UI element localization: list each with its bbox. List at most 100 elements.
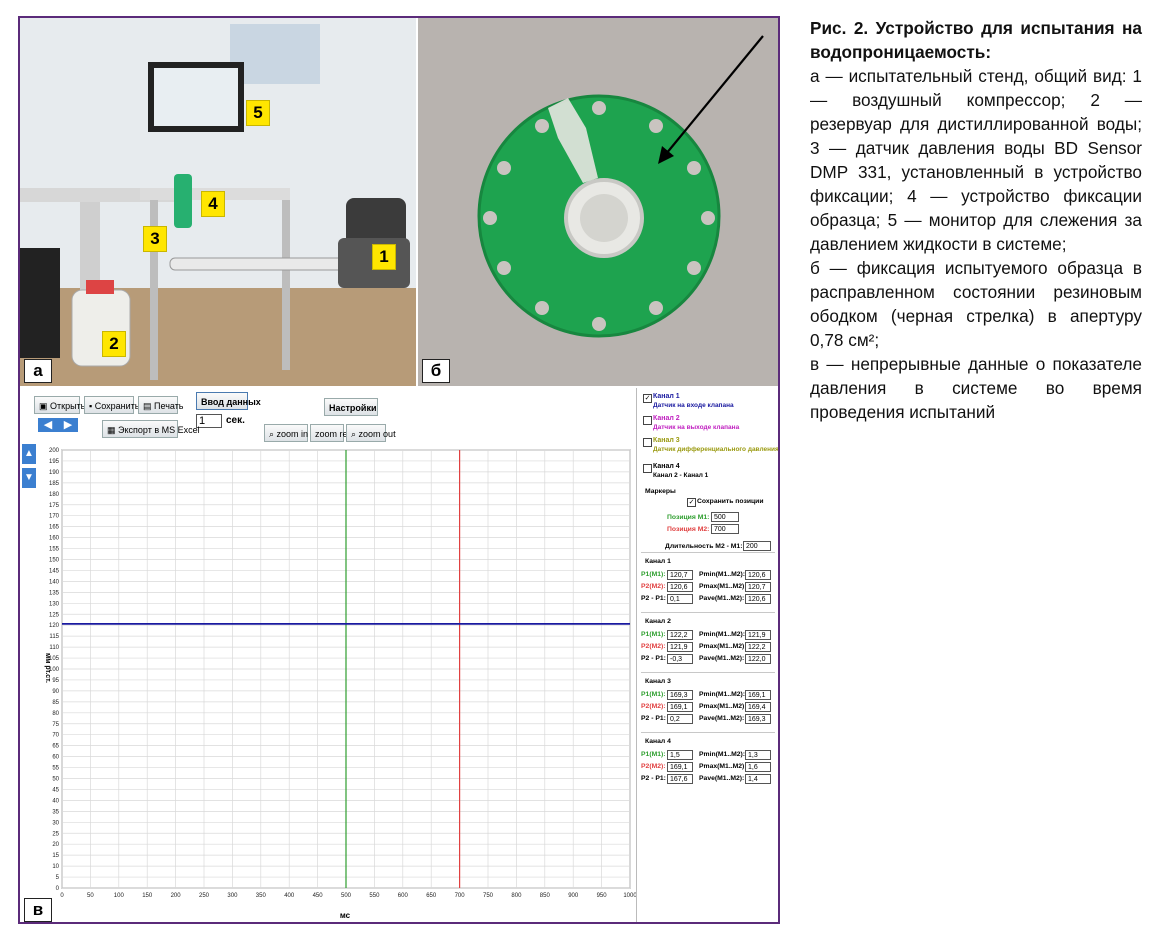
number-badge-4: 4	[201, 191, 225, 217]
stat-value-p1: 169,3	[667, 690, 693, 700]
y-tick-label: 25	[52, 831, 59, 837]
x-tick-label: 950	[597, 893, 608, 899]
photo-test-stand: 1 2 3 4 5 а	[20, 18, 416, 386]
stat-label-pave: Pave(M1..M2):	[699, 655, 745, 662]
y-tick-label: 115	[49, 634, 59, 640]
stat-value-pmax: 169,4	[745, 702, 771, 712]
pressure-chart: 0 5 10 15 20 25 30 35 40 45 50 55 60 65 70 75 80 85 90 95 10…	[44, 448, 636, 920]
channel-4-sub: Канал 2 - Канал 1	[653, 472, 709, 479]
y-tick-label: 50	[52, 777, 59, 783]
x-tick-label: 400	[284, 893, 295, 899]
stat-label-pmin: Pmin(M1..M2):	[699, 571, 746, 578]
stat-value-pave: 122,0	[745, 654, 771, 664]
stat-label-p2: P2(M2):	[641, 703, 666, 710]
marker-m2-input[interactable]: 700	[711, 524, 739, 534]
panel-label-c: в	[24, 898, 52, 922]
software-screenshot: ▣ Открыть ▪ Сохранить ▤ Печать Ввод данн…	[20, 388, 778, 922]
channel-3-checkbox[interactable]	[643, 438, 652, 447]
channel-2-checkbox[interactable]	[643, 416, 652, 425]
stat-value-diff: 167,6	[667, 774, 693, 784]
caption-item-c: в — непрерывные данные о показателе давл…	[810, 354, 1142, 422]
marker-m1-input[interactable]: 500	[711, 512, 739, 522]
stat-label-pmax: Pmax(M1..M2):	[699, 703, 747, 710]
stat-value-p2: 169,1	[667, 702, 693, 712]
stat-value-pave: 1,4	[745, 774, 771, 784]
x-tick-label: 200	[171, 893, 182, 899]
y-tick-label: 65	[52, 744, 59, 750]
y-tick-label: 45	[52, 787, 59, 793]
marker-duration-input[interactable]: 200	[743, 541, 771, 551]
stats-title: Канал 1	[645, 558, 671, 565]
x-tick-label: 650	[426, 893, 437, 899]
stat-value-diff: 0,2	[667, 714, 693, 724]
stat-value-p1: 122,2	[667, 630, 693, 640]
stat-label-p1: P1(M1):	[641, 691, 666, 698]
stat-value-pmin: 169,1	[745, 690, 771, 700]
x-tick-label: 150	[142, 893, 153, 899]
y-tick-label: 20	[52, 842, 59, 848]
y-tick-label: 15	[52, 853, 59, 859]
stat-label-pmax: Pmax(M1..M2):	[699, 763, 747, 770]
y-tick-label: 35	[52, 809, 59, 815]
stat-value-p2: 169,1	[667, 762, 693, 772]
x-tick-label: 450	[313, 893, 324, 899]
y-tick-label: 185	[49, 481, 60, 487]
stat-value-p1: 120,7	[667, 570, 693, 580]
figure-caption: Рис. 2. Устройство для испытания на водо…	[810, 16, 1142, 424]
y-tick-label: 175	[49, 503, 60, 509]
stat-label-pmax: Pmax(M1..M2):	[699, 583, 747, 590]
stat-label-p2: P2(M2):	[641, 763, 666, 770]
x-tick-label: 900	[568, 893, 579, 899]
panel-label-a: а	[24, 359, 52, 383]
save-positions-checkbox[interactable]: ✓	[687, 498, 696, 507]
stat-label-diff: P2 - P1:	[641, 775, 666, 782]
channel-2-sub: Датчик на выходе клапана	[653, 424, 740, 431]
stat-label-pave: Pave(M1..M2):	[699, 595, 745, 602]
stat-label-p2: P2(M2):	[641, 583, 666, 590]
stat-label-p1: P1(M1):	[641, 571, 666, 578]
y-tick-label: 155	[49, 547, 60, 553]
x-tick-label: 100	[114, 893, 125, 899]
stats-separator	[641, 552, 775, 553]
marker-duration-label: Длительность М2 - М1:	[665, 543, 743, 550]
y-tick-label: 170	[49, 514, 60, 520]
stat-value-p2: 121,9	[667, 642, 693, 652]
x-tick-label: 700	[455, 893, 466, 899]
y-tick-label: 95	[52, 678, 59, 684]
stat-value-pmax: 1,6	[745, 762, 771, 772]
channel-side-panel: ✓ Канал 1 Датчик на входе клапана Канал …	[636, 388, 778, 922]
channel-3-label: Канал 3	[653, 437, 680, 444]
channel-4-label: Канал 4	[653, 463, 680, 470]
y-tick-label: 70	[52, 733, 59, 739]
y-tick-label: 180	[49, 492, 60, 498]
photo-sample-fixation: б	[418, 18, 778, 386]
number-badge-3: 3	[143, 226, 167, 252]
x-tick-label: 550	[369, 893, 380, 899]
save-positions-label: Сохранить позиции	[697, 498, 764, 505]
y-tick-label: 55	[52, 766, 59, 772]
y-tick-label: 140	[49, 579, 60, 585]
y-tick-label: 60	[52, 755, 59, 761]
y-tick-label: 200	[49, 448, 60, 454]
x-tick-label: 350	[256, 893, 267, 899]
marker-m1-label: Позиция М1:	[667, 514, 710, 521]
x-tick-label: 1000	[623, 893, 636, 899]
stat-value-pmax: 122,2	[745, 642, 771, 652]
stat-label-diff: P2 - P1:	[641, 715, 666, 722]
caption-item-b: б — фиксация испытуемого образца в распр…	[810, 258, 1142, 350]
stat-value-pmin: 121,9	[745, 630, 771, 640]
y-tick-label: 160	[49, 536, 60, 542]
stat-label-diff: P2 - P1:	[641, 655, 666, 662]
x-tick-label: 0	[60, 893, 64, 899]
stats-title: Канал 4	[645, 738, 671, 745]
stat-label-p2: P2(M2):	[641, 643, 666, 650]
y-tick-label: 85	[52, 700, 59, 706]
channel-4-checkbox[interactable]	[643, 464, 652, 473]
y-tick-label: 90	[52, 689, 59, 695]
y-tick-label: 10	[52, 864, 59, 870]
x-tick-label: 500	[341, 893, 352, 899]
stat-label-pmax: Pmax(M1..M2):	[699, 643, 747, 650]
y-tick-label: 135	[49, 590, 60, 596]
stat-label-p1: P1(M1):	[641, 751, 666, 758]
channel-1-checkbox[interactable]: ✓	[643, 394, 652, 403]
